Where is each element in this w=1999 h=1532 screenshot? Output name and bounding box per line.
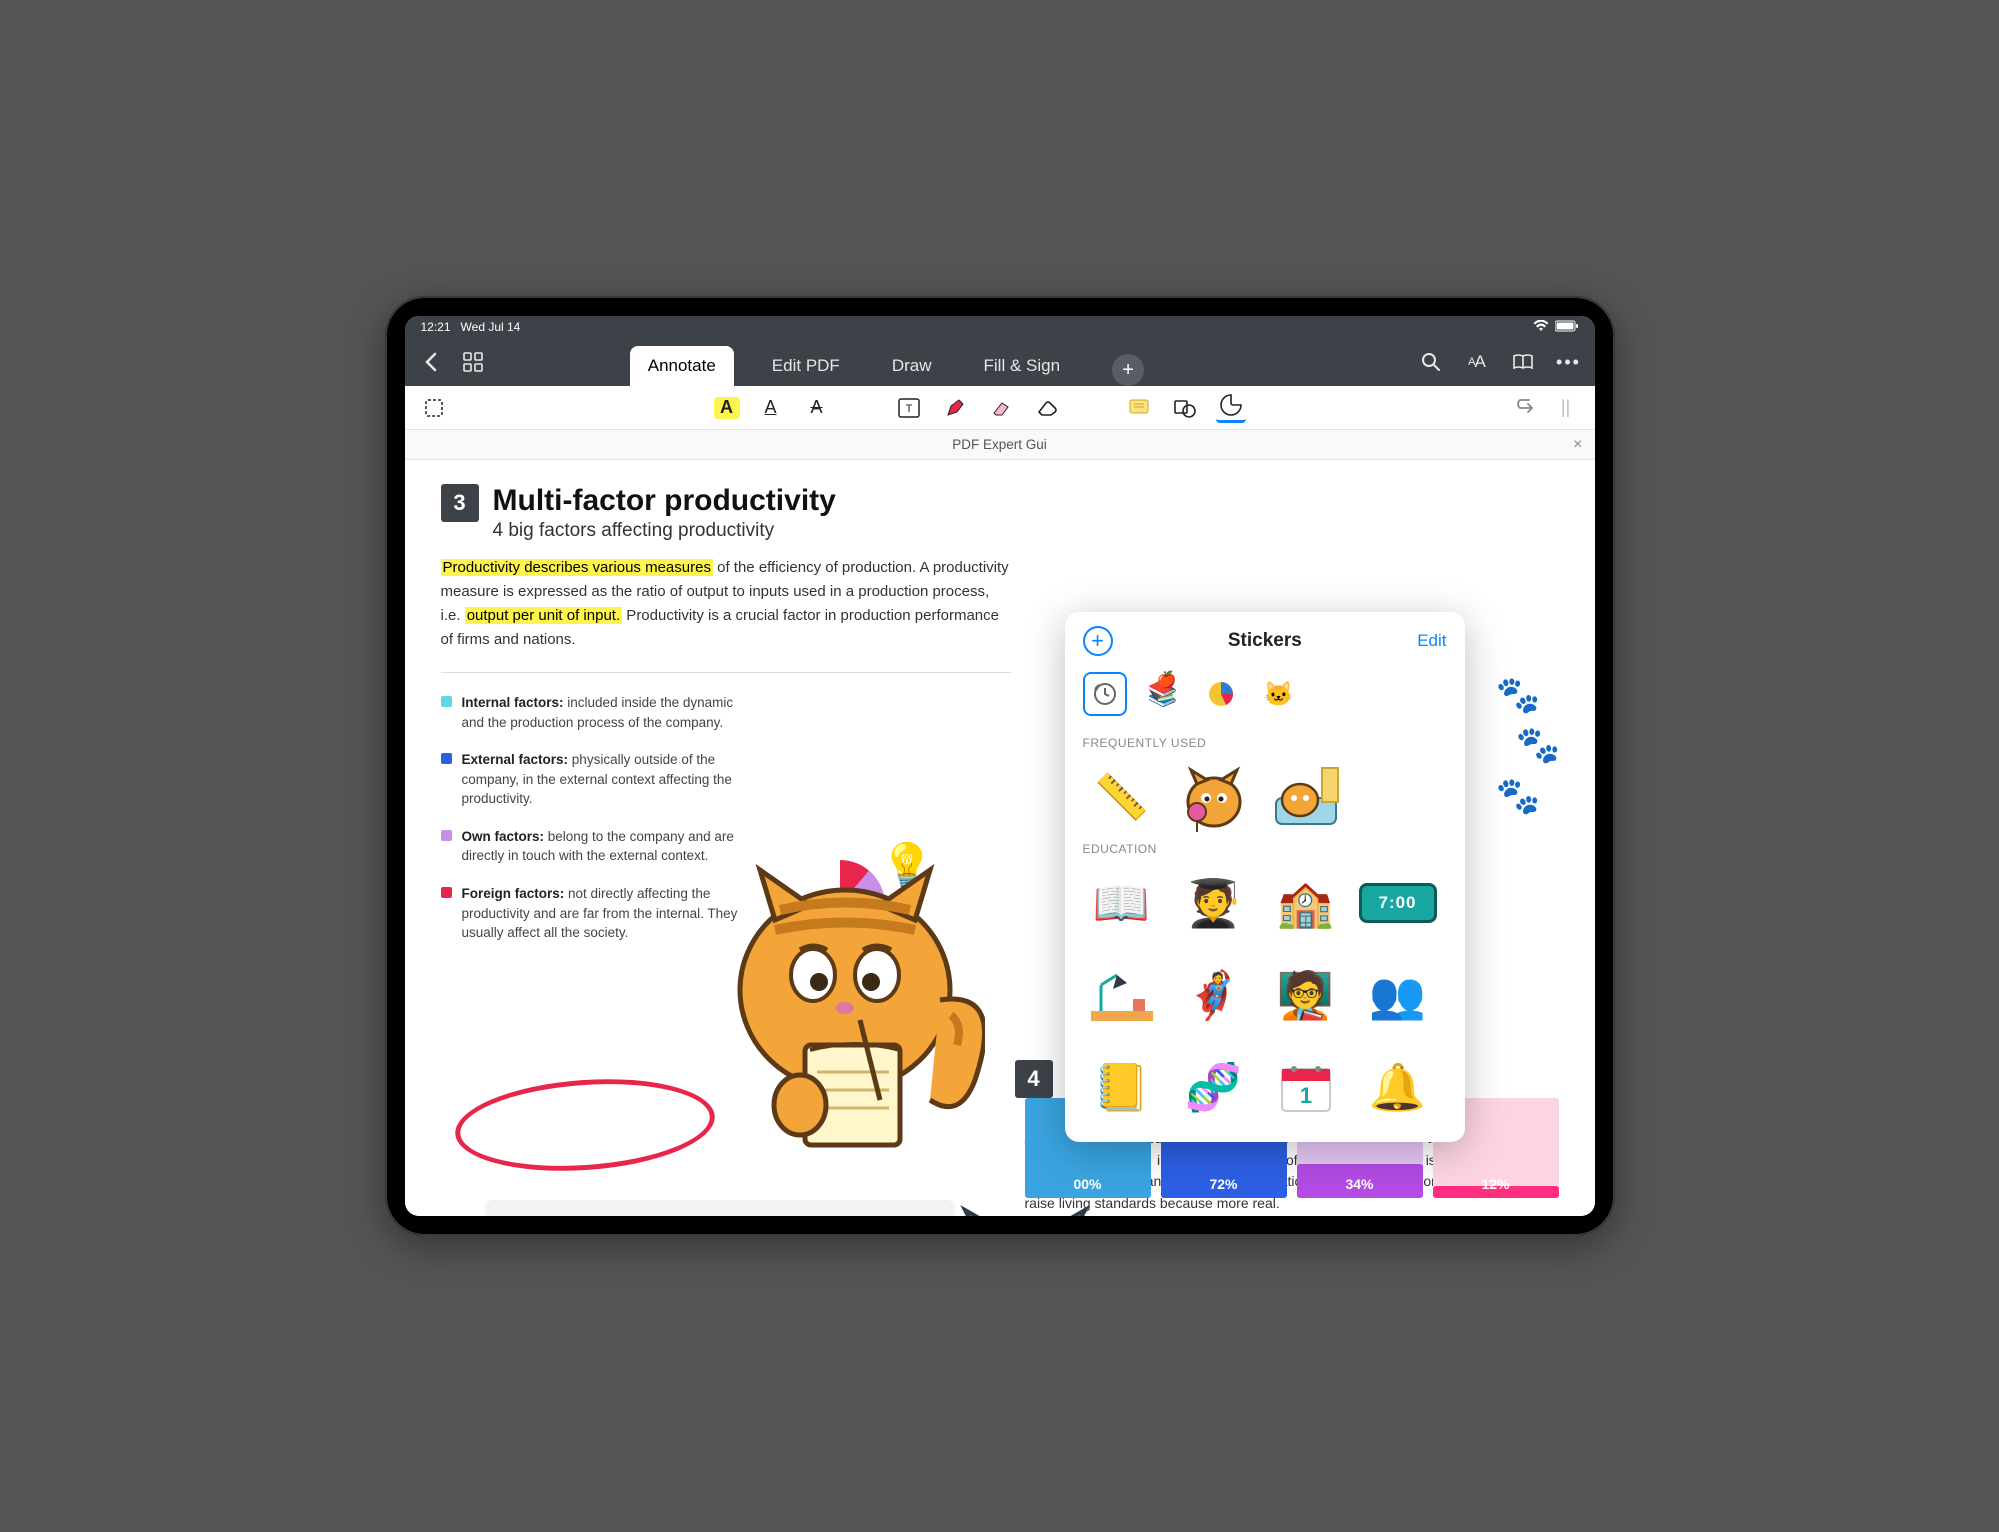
note-tool[interactable] [1124, 393, 1154, 423]
pack-pie[interactable] [1199, 672, 1243, 716]
svg-text:1: 1 [1299, 1083, 1311, 1108]
sticker-pack-tabs: 📚🍎 🐱 [1083, 672, 1447, 716]
factor-internal: Internal factors: included inside the dy… [441, 693, 741, 732]
highlight-1[interactable]: Productivity describes various measures [441, 559, 713, 576]
status-time: 12:21 [421, 320, 451, 334]
frequent-label: FREQUENTLY USED [1083, 736, 1447, 750]
factor-own: Own factors: belong to the company and a… [441, 827, 741, 866]
add-sticker-pack-button[interactable]: + [1083, 626, 1113, 656]
cat-bath-sticker[interactable] [1267, 758, 1345, 836]
bullet-icon [441, 696, 452, 707]
section-subtitle: 4 big factors affecting productivity [493, 520, 836, 542]
bullet-icon [441, 887, 452, 898]
ruler-sticker[interactable]: 📏 [1083, 758, 1161, 836]
grid-view-button[interactable] [459, 348, 487, 376]
more-menu-button[interactable]: ••• [1555, 348, 1583, 376]
sticker-tool[interactable] [1216, 393, 1246, 423]
notebook-sticker[interactable]: 📒 [1083, 1048, 1161, 1126]
add-tab-button[interactable]: + [1112, 354, 1144, 386]
teacher-sticker[interactable]: 🧑‍🏫 [1267, 956, 1345, 1034]
section-paragraph: Productivity describes various measures … [441, 556, 1011, 652]
section-number-3: 3 [441, 484, 479, 522]
shape-tool[interactable] [1170, 393, 1200, 423]
factor-list: Internal factors: included inside the dy… [441, 693, 741, 943]
undo-button[interactable] [1511, 393, 1541, 423]
document-tab[interactable]: PDF Expert Gui × [405, 430, 1595, 460]
stickers-popover: + Stickers Edit 📚🍎 🐱 FREQUENTLY USED [1065, 612, 1465, 1142]
search-button[interactable] [1417, 348, 1445, 376]
education-label: EDUCATION [1083, 842, 1447, 856]
factor-foreign: Foreign factors: not directly affecting … [441, 884, 741, 943]
graduate-sticker[interactable]: 🧑‍🎓 [1175, 864, 1253, 942]
back-button[interactable] [417, 348, 445, 376]
cat-lollipop-sticker[interactable] [1175, 758, 1253, 836]
selection-tool[interactable] [419, 393, 449, 423]
bullet-icon [441, 753, 452, 764]
popover-title: Stickers [1113, 630, 1418, 652]
factor-external: External factors: physically outside of … [441, 750, 741, 809]
eraser-soft-tool[interactable] [986, 393, 1016, 423]
section-number-4: 4 [1015, 1060, 1053, 1098]
info-box: In any case, all the internal factors ar… [485, 1200, 955, 1216]
open-book-sticker[interactable]: 📖 [1083, 864, 1161, 942]
frequent-stickers: 📏 [1083, 758, 1447, 836]
highlight-2[interactable]: output per unit of input. [465, 607, 622, 624]
edit-stickers-button[interactable]: Edit [1417, 631, 1446, 651]
mode-tabs: Annotate Edit PDF Draw Fill & Sign + [630, 338, 1144, 386]
redo-divider-icon[interactable]: || [1551, 393, 1581, 423]
pack-books[interactable]: 📚🍎 [1141, 672, 1185, 716]
calendar-sticker[interactable]: 1 [1267, 1048, 1345, 1126]
bullet-icon [441, 830, 452, 841]
education-stickers: 📖 🧑‍🎓 🏫 7:00 🦸 🧑‍🏫 👥 📒 🧬 1 🔔 [1083, 864, 1447, 1126]
document-title: PDF Expert Gui [952, 437, 1047, 452]
clock-sticker[interactable]: 7:00 [1359, 864, 1437, 942]
section-title: Multi-factor productivity [493, 484, 836, 518]
svg-text:T: T [905, 403, 912, 415]
tab-edit-pdf[interactable]: Edit PDF [758, 346, 854, 386]
superhero-sticker[interactable]: 🦸 [1175, 956, 1253, 1034]
desk-lamp-sticker[interactable] [1083, 956, 1161, 1034]
divider [441, 672, 1011, 673]
pack-cat[interactable]: 🐱 [1257, 672, 1301, 716]
eraser-tool[interactable] [1032, 393, 1062, 423]
status-date: Wed Jul 14 [461, 320, 521, 334]
document-canvas[interactable]: 3 Multi-factor productivity 4 big factor… [405, 460, 1595, 1216]
strikethrough-tool[interactable]: A [802, 393, 832, 423]
top-bar: Annotate Edit PDF Draw Fill & Sign + AA … [405, 338, 1595, 386]
paw-prints-sticker[interactable]: 🐾 🐾🐾 [1496, 670, 1561, 821]
annotate-toolbar: A A A T [405, 386, 1595, 430]
pen-tool[interactable] [940, 393, 970, 423]
tab-annotate[interactable]: Annotate [630, 346, 734, 386]
text-box-tool[interactable]: T [894, 393, 924, 423]
wifi-icon [1533, 320, 1549, 335]
friends-sticker[interactable]: 👥 [1359, 956, 1437, 1034]
school-sticker[interactable]: 🏫 [1267, 864, 1345, 942]
underline-tool[interactable]: A [756, 393, 786, 423]
status-bar: 12:21 Wed Jul 14 [405, 316, 1595, 338]
bell-sticker[interactable]: 🔔 [1359, 1048, 1437, 1126]
tab-draw[interactable]: Draw [878, 346, 946, 386]
battery-icon [1555, 320, 1579, 335]
tab-fill-sign[interactable]: Fill & Sign [970, 346, 1075, 386]
raccoon-reading-sticker[interactable] [945, 1200, 1105, 1216]
cat-notebook-sticker[interactable] [705, 850, 985, 1160]
text-size-button[interactable]: AA [1463, 348, 1491, 376]
close-document-button[interactable]: × [1573, 436, 1582, 454]
reading-view-button[interactable] [1509, 348, 1537, 376]
highlight-yellow-tool[interactable]: A [714, 397, 740, 419]
pack-recent[interactable] [1083, 672, 1127, 716]
red-circle-annotation[interactable] [452, 1071, 718, 1179]
dna-sticker[interactable]: 🧬 [1175, 1048, 1253, 1126]
